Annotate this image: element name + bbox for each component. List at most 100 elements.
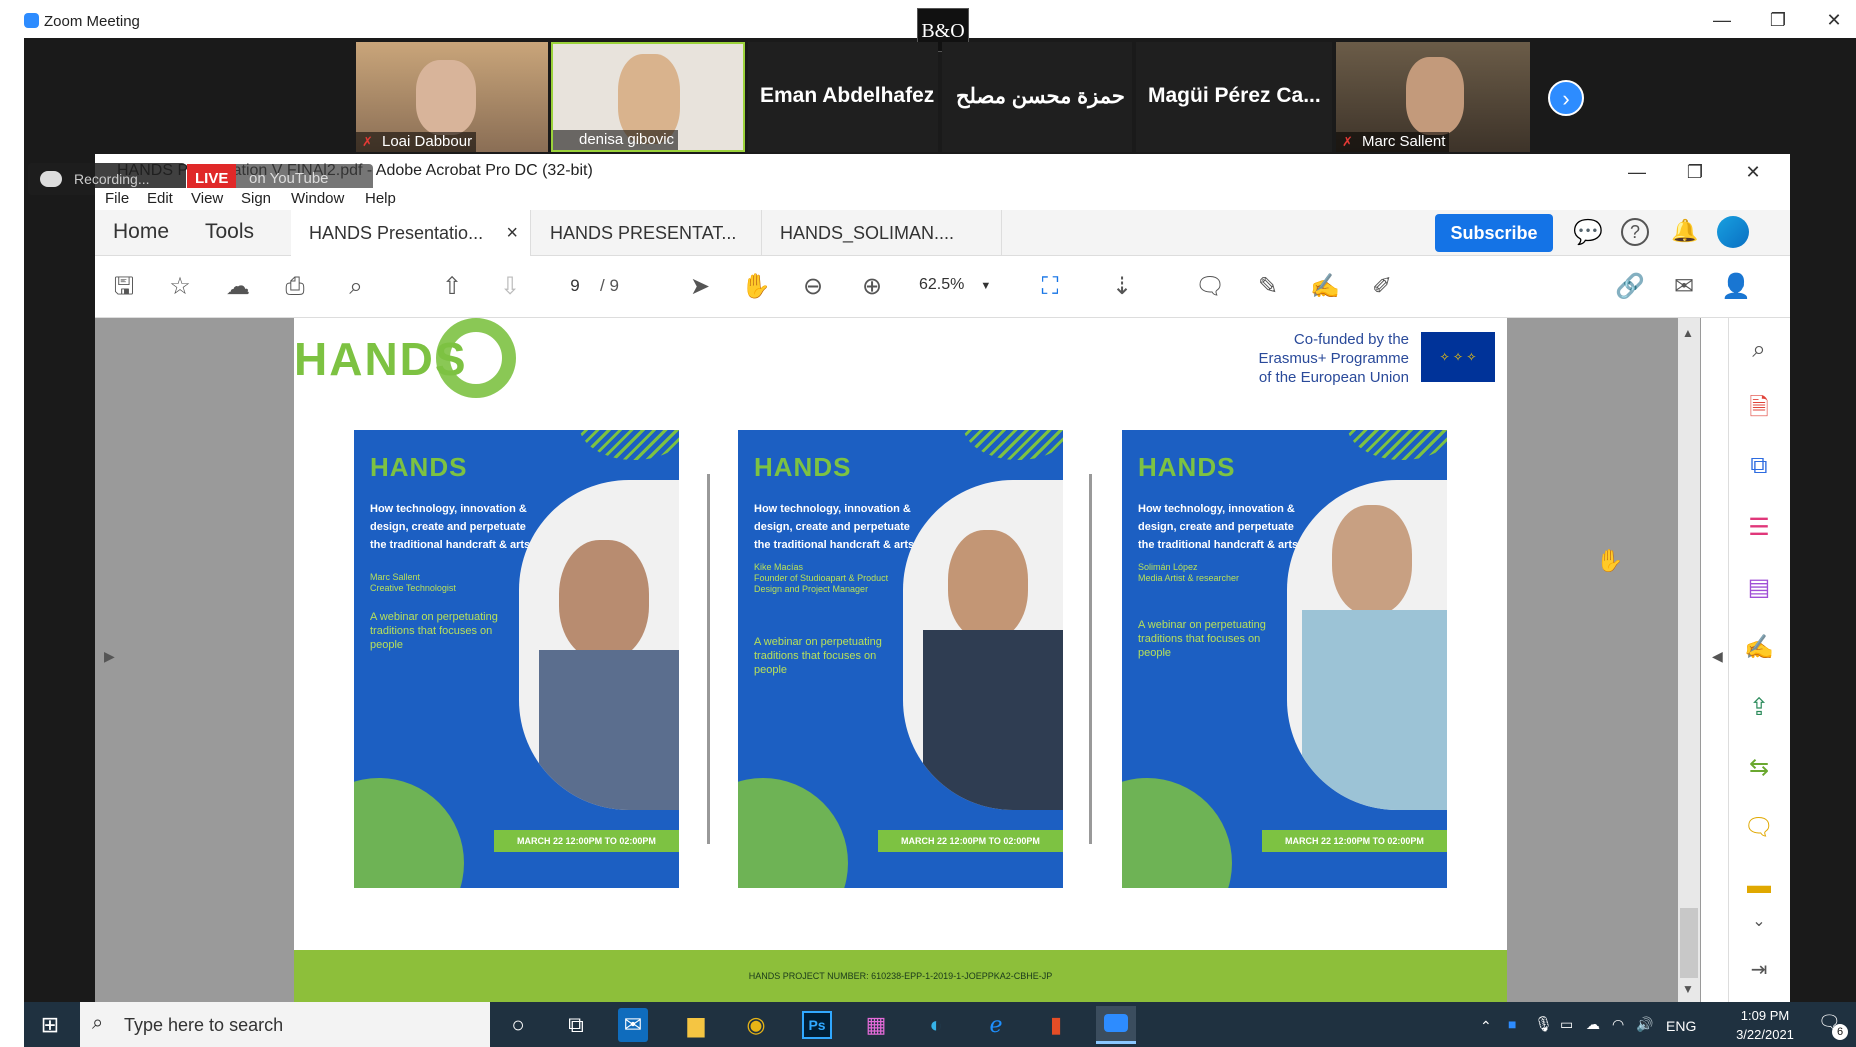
compare-icon[interactable]: ⇆ xyxy=(1741,750,1777,786)
edit-pdf-icon[interactable]: ▤ xyxy=(1741,570,1777,606)
bell-icon[interactable]: 🔔 xyxy=(1671,218,1698,244)
search-placeholder: Type here to search xyxy=(124,1015,284,1035)
acrobat-toolbar: 🖫 ☆ ☁ ⎙ ⌕ ⇧ ⇩ 9 / 9 ➤ ✋ ⊖ ⊕ 62.5% ▼ ⛶ ⇣ 🗨… xyxy=(95,256,1790,318)
document-tab-active[interactable]: HANDS Presentatio... × xyxy=(291,210,531,256)
menu-bar: File Edit View Sign Window Help xyxy=(95,188,1790,210)
subscribe-button[interactable]: Subscribe xyxy=(1435,214,1553,252)
chevron-down-icon[interactable]: ⌄ xyxy=(1741,904,1777,940)
sign-icon[interactable]: ✍ xyxy=(1310,272,1340,302)
left-panel-toggle-icon[interactable]: ▶ xyxy=(104,648,115,665)
email-icon[interactable]: ✉ xyxy=(1669,272,1699,302)
participant-tile[interactable]: حمزة محسن مصلح ✗ xyxy=(942,42,1132,152)
comment-icon[interactable]: 💬 xyxy=(1573,218,1603,247)
select-cursor-icon[interactable]: ➤ xyxy=(685,272,715,302)
search-zoom-icon[interactable]: ⌕ xyxy=(1741,332,1777,368)
windows-start-icon[interactable]: ⊞ xyxy=(30,1008,70,1042)
restore-icon[interactable]: ❐ xyxy=(1756,6,1800,34)
account-avatar[interactable] xyxy=(1717,216,1749,248)
home-tab[interactable]: Home xyxy=(113,220,169,244)
document-tab[interactable]: HANDS_SOLIMAN.... xyxy=(762,210,1002,256)
participant-name: حمزة محسن مصلح xyxy=(956,85,1125,108)
tray-chevron-up-icon[interactable]: ⌃ xyxy=(1480,1018,1492,1035)
battery-icon[interactable]: ▭ xyxy=(1560,1016,1573,1033)
task-view-icon[interactable]: ⧉ xyxy=(556,1008,596,1042)
project-number: HANDS PROJECT NUMBER: 610238-EPP-1-2019-… xyxy=(748,971,1053,981)
menu-help[interactable]: Help xyxy=(365,190,396,207)
close-icon[interactable]: ✕ xyxy=(1731,158,1775,186)
office-icon[interactable]: ▮ xyxy=(1036,1008,1076,1042)
comment-tool-icon[interactable]: 🗨 xyxy=(1741,810,1777,846)
hand-cursor-icon: ✋ xyxy=(1596,548,1624,573)
menu-edit[interactable]: Edit xyxy=(147,190,173,207)
minimize-icon[interactable]: — xyxy=(1615,158,1659,186)
document-tab[interactable]: HANDS PRESENTAT... xyxy=(532,210,762,256)
volume-icon[interactable]: 🔊 xyxy=(1636,1016,1653,1033)
restore-icon[interactable]: ❐ xyxy=(1673,158,1717,186)
outlook-icon[interactable]: ✉ xyxy=(618,1008,648,1042)
edit-tag-icon[interactable]: ✐ xyxy=(1367,272,1397,302)
stamp-icon[interactable]: ▬ xyxy=(1741,868,1777,904)
participant-tile[interactable]: ✗ Marc Sallent xyxy=(1336,42,1530,152)
zoom-window-title: Zoom Meeting xyxy=(44,13,140,30)
close-icon[interactable]: ✕ xyxy=(1812,6,1856,34)
system-clock[interactable]: 1:09 PM 3/22/2021 xyxy=(1720,1006,1810,1044)
right-panel-toggle-icon[interactable]: ◀ xyxy=(1712,648,1723,665)
menu-file[interactable]: File xyxy=(105,190,129,207)
onedrive-icon[interactable]: ☁ xyxy=(1586,1016,1600,1033)
internet-explorer-icon[interactable]: ℯ xyxy=(976,1008,1016,1042)
participant-name: Eman Abdelhafez xyxy=(760,84,935,107)
chrome-icon[interactable]: ◉ xyxy=(736,1008,776,1042)
export-pdf-icon[interactable]: ⇪ xyxy=(1741,690,1777,726)
tools-pane: ⌕ 🗎 ⧉ ☰ ▤ ✍ ⇪ ⇆ 🗨 ▬ ⌄ ⇥ xyxy=(1728,318,1790,1002)
help-icon[interactable]: ? xyxy=(1621,218,1649,246)
create-pdf-icon[interactable]: 🗎 xyxy=(1741,390,1777,426)
fit-page-icon[interactable]: ⛶ xyxy=(1035,272,1065,302)
previous-page-icon[interactable]: ⇧ xyxy=(437,272,467,302)
share-link-icon[interactable]: 🔗 xyxy=(1615,272,1645,302)
zoom-tray-icon[interactable]: ■ xyxy=(1508,1016,1516,1032)
zoom-level-select[interactable]: 62.5% ▼ xyxy=(919,276,1009,294)
participant-tile[interactable]: Magüi Pérez Ca... ✗ xyxy=(1136,42,1332,152)
microphone-icon[interactable]: 🎙 xyxy=(1534,1015,1553,1033)
zoom-out-icon[interactable]: ⊖ xyxy=(798,272,828,302)
cortana-icon[interactable]: ○ xyxy=(498,1008,538,1042)
vertical-scrollbar[interactable]: ▲ ▼ xyxy=(1678,318,1700,1002)
zoom-taskbar-icon[interactable] xyxy=(1096,1006,1136,1044)
next-page-icon[interactable]: › xyxy=(1548,80,1584,116)
participant-tile-active-speaker[interactable]: denisa gibovic xyxy=(551,42,745,152)
add-comment-icon[interactable]: 🗨 xyxy=(1195,272,1225,302)
participant-tile[interactable]: Eman Abdelhafez ✗ xyxy=(748,42,938,152)
menu-sign[interactable]: Sign xyxy=(241,190,271,207)
photoshop-icon[interactable]: Ps xyxy=(802,1011,832,1039)
page-number-input[interactable]: 9 xyxy=(555,276,595,296)
highlight-pen-icon[interactable]: ✎ xyxy=(1253,272,1283,302)
bookmark-star-icon[interactable]: ☆ xyxy=(165,272,195,302)
paint-app-icon[interactable]: ▦ xyxy=(856,1008,896,1042)
next-page-icon[interactable]: ⇩ xyxy=(495,272,525,302)
tools-tab[interactable]: Tools xyxy=(205,220,254,244)
edge-icon[interactable]: ◐ xyxy=(916,1008,956,1042)
tab-close-icon[interactable]: × xyxy=(506,210,518,256)
zoom-in-icon[interactable]: ⊕ xyxy=(857,272,887,302)
combine-files-icon[interactable]: ⧉ xyxy=(1741,448,1777,484)
taskbar-search-box[interactable]: ⌕ Type here to search xyxy=(80,1002,490,1047)
wifi-icon[interactable]: ◠ xyxy=(1612,1016,1624,1033)
minimize-icon[interactable]: — xyxy=(1700,6,1744,34)
decorative-stripes xyxy=(579,430,679,460)
hand-tool-icon[interactable]: ✋ xyxy=(741,272,771,302)
scroll-mode-icon[interactable]: ⇣ xyxy=(1107,272,1137,302)
fill-sign-icon[interactable]: ✍ xyxy=(1741,630,1777,666)
menu-view[interactable]: View xyxy=(191,190,223,207)
participant-tile[interactable]: ✗ Loai Dabbour xyxy=(356,42,548,152)
save-icon[interactable]: 🖫 xyxy=(109,272,139,302)
poster-subtitle: A webinar on perpetuating traditions tha… xyxy=(370,611,498,651)
print-icon[interactable]: ⎙ xyxy=(280,272,310,302)
zoom-search-icon[interactable]: ⌕ xyxy=(341,272,371,302)
add-user-icon[interactable]: 👤 xyxy=(1721,272,1751,302)
collapse-pane-icon[interactable]: ⇥ xyxy=(1741,952,1777,988)
file-explorer-icon[interactable]: ▆ xyxy=(676,1008,716,1042)
upload-cloud-icon[interactable]: ☁ xyxy=(223,272,253,302)
menu-window[interactable]: Window xyxy=(291,190,344,207)
language-indicator[interactable]: ENG xyxy=(1666,1018,1696,1034)
organize-pages-icon[interactable]: ☰ xyxy=(1741,510,1777,546)
